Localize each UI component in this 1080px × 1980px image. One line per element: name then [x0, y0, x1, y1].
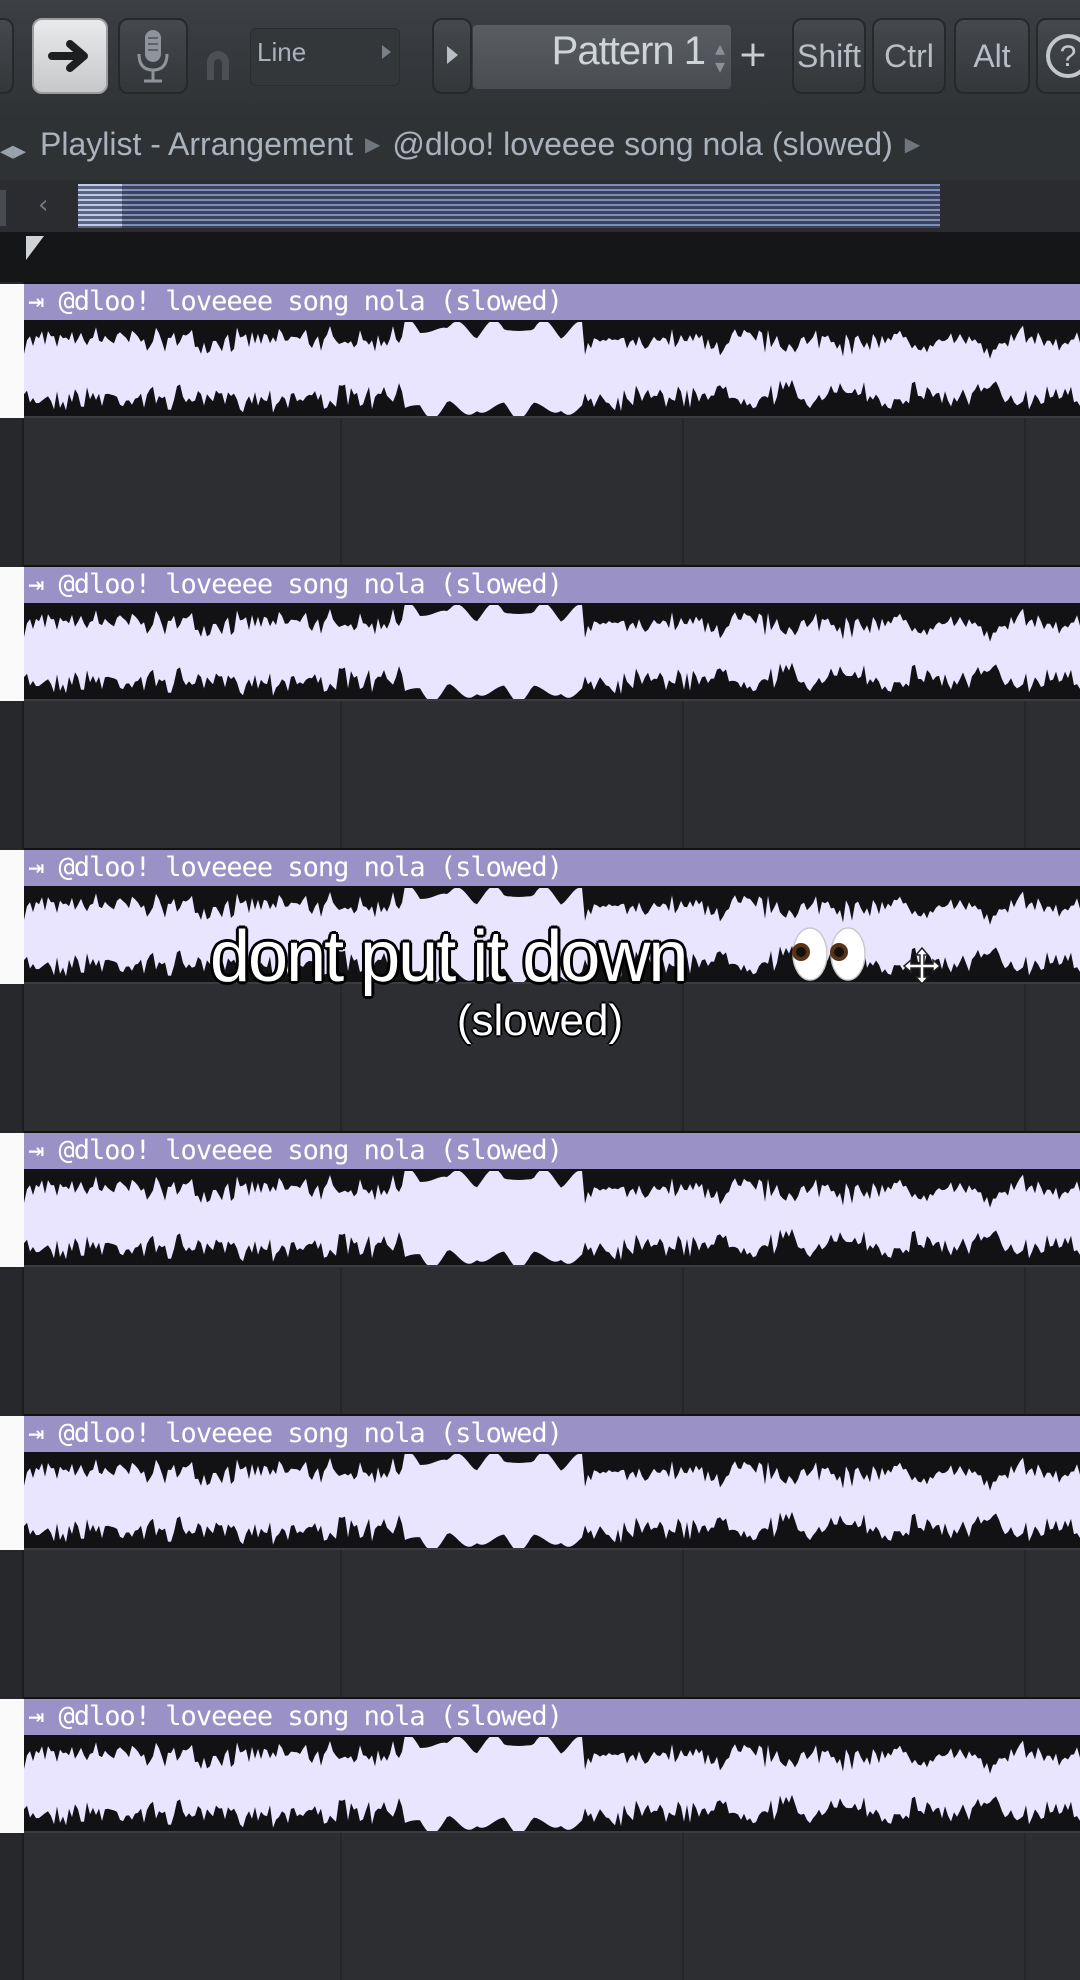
toolbar: Line Pattern 1 ▴ ▾ + Shift Ctrl Alt ? [0, 0, 1080, 118]
waveform [24, 322, 1080, 416]
microphone-icon [137, 30, 169, 83]
grid-line [682, 701, 684, 848]
audio-clip[interactable]: ⇥ @dloo! loveeee song nola (slowed) [24, 1697, 1080, 1833]
arrow-right-icon [48, 40, 88, 72]
waveform [24, 1737, 1080, 1831]
play-triangle-icon [447, 46, 458, 64]
clip-title: ⇥ @dloo! loveeee song nola (slowed) [28, 1701, 563, 1732]
toolbar-button-partial[interactable] [0, 18, 14, 94]
clip-start-marker [0, 850, 24, 984]
clip-start-marker [0, 284, 24, 418]
divider [0, 190, 6, 226]
clip-header[interactable]: ⇥ @dloo! loveeee song nola (slowed) [24, 1699, 1080, 1735]
grid-line [1024, 1267, 1026, 1414]
playlist-mode-button[interactable] [32, 18, 108, 94]
audio-clip[interactable]: ⇥ @dloo! loveeee song nola (slowed) [24, 565, 1080, 701]
clip-title: ⇥ @dloo! loveeee song nola (slowed) [28, 286, 563, 317]
video-subcaption: (slowed) [456, 996, 624, 1045]
clip-header[interactable]: ⇥ @dloo! loveeee song nola (slowed) [24, 1416, 1080, 1452]
grid-line [682, 1550, 684, 1697]
snap-select[interactable]: Line [250, 28, 400, 86]
clip-title: ⇥ @dloo! loveeee song nola (slowed) [28, 1135, 563, 1166]
move-cursor-icon [902, 946, 942, 986]
breadcrumb-separator-icon: ▶ [365, 134, 381, 156]
clip-start-marker [0, 1133, 24, 1267]
scrollbar-thumb[interactable] [78, 184, 940, 228]
breadcrumb: ◂▸ Playlist - Arrangement ▶ @dloo! loveeee… [0, 118, 1080, 180]
help-button[interactable]: ? [1036, 18, 1080, 94]
waveform [24, 1454, 1080, 1548]
grid-line [682, 418, 684, 565]
grid-line [682, 1267, 684, 1414]
chevron-right-icon [382, 45, 391, 59]
breadcrumb-clip-title[interactable]: @dloo! loveeee song nola (slowed) [392, 126, 892, 162]
video-caption: dont put it down [210, 917, 688, 997]
grid-line [682, 1833, 684, 1980]
snap-select-label: Line [257, 37, 307, 67]
grid-line [340, 1833, 342, 1980]
audio-clip[interactable]: ⇥ @dloo! loveeee song nola (slowed) [24, 1414, 1080, 1550]
clip-title: ⇥ @dloo! loveeee song nola (slowed) [28, 852, 563, 883]
magnet-icon[interactable] [203, 46, 233, 82]
scrollbar-grip[interactable] [78, 184, 122, 228]
track-row[interactable]: ⇥ @dloo! loveeee song nola (slowed) [0, 1414, 1080, 1697]
clip-header[interactable]: ⇥ @dloo! loveeee song nola (slowed) [24, 1133, 1080, 1169]
clip-start-marker [0, 1699, 24, 1833]
waveform-shape [24, 1171, 1080, 1265]
add-pattern-button[interactable]: + [733, 24, 773, 90]
alt-key-button[interactable]: Alt [954, 18, 1030, 94]
eyes-emoji-icon [792, 927, 866, 981]
track-row[interactable]: ⇥ @dloo! loveeee song nola (slowed) [0, 1697, 1080, 1980]
waveform-shape [24, 605, 1080, 699]
grid-line [340, 701, 342, 848]
waveform [24, 605, 1080, 699]
record-button[interactable] [118, 18, 188, 94]
waveform [24, 1171, 1080, 1265]
grid-line [1024, 1550, 1026, 1697]
grid-line [340, 418, 342, 565]
timeline-ruler[interactable] [0, 232, 1080, 282]
waveform-shape [24, 1737, 1080, 1831]
grid-line [340, 1267, 342, 1414]
breadcrumb-window-title: Playlist - Arrangement [40, 126, 354, 162]
ctrl-key-button[interactable]: Ctrl [872, 18, 946, 94]
clip-title: ⇥ @dloo! loveeee song nola (slowed) [28, 1418, 563, 1449]
clip-header[interactable]: ⇥ @dloo! loveeee song nola (slowed) [24, 284, 1080, 320]
audio-clip[interactable]: ⇥ @dloo! loveeee song nola (slowed) [24, 1131, 1080, 1267]
grid-line [1024, 701, 1026, 848]
clip-start-marker [0, 567, 24, 701]
pattern-prev-button[interactable] [432, 18, 472, 94]
waveform-shape [24, 1454, 1080, 1548]
help-icon: ? [1046, 34, 1080, 78]
playhead-marker-icon[interactable] [26, 236, 44, 260]
track-row[interactable]: ⇥ @dloo! loveeee song nola (slowed) [0, 282, 1080, 565]
track-row[interactable]: ⇥ @dloo! loveeee song nola (slowed) [0, 1131, 1080, 1414]
pattern-selector[interactable]: Pattern 1 ▴ ▾ [473, 25, 731, 89]
grid-line [1024, 1833, 1026, 1980]
grid-line [340, 1550, 342, 1697]
playlist-track-area[interactable]: ⇥ @dloo! loveeee song nola (slowed) ⇥ @d… [0, 282, 1080, 1980]
breadcrumb-separator-icon: ▶ [904, 134, 921, 156]
pattern-name: Pattern 1 [551, 29, 706, 73]
clip-start-marker [0, 1416, 24, 1550]
grid-line [1024, 418, 1026, 565]
waveform-shape [24, 322, 1080, 416]
clip-header[interactable]: ⇥ @dloo! loveeee song nola (slowed) [24, 567, 1080, 603]
clip-title: ⇥ @dloo! loveeee song nola (slowed) [28, 569, 563, 600]
scroll-left-icon[interactable]: ‹ [38, 190, 62, 220]
panel-toggle-icon[interactable]: ◂▸ [0, 136, 26, 166]
audio-clip[interactable]: ⇥ @dloo! loveeee song nola (slowed) [24, 282, 1080, 418]
horizontal-scrollbar[interactable]: ‹ [0, 180, 1080, 232]
track-row[interactable]: ⇥ @dloo! loveeee song nola (slowed) [0, 565, 1080, 848]
spin-arrows-icon[interactable]: ▴ ▾ [715, 38, 725, 76]
shift-key-button[interactable]: Shift [792, 18, 866, 94]
clip-header[interactable]: ⇥ @dloo! loveeee song nola (slowed) [24, 850, 1080, 886]
